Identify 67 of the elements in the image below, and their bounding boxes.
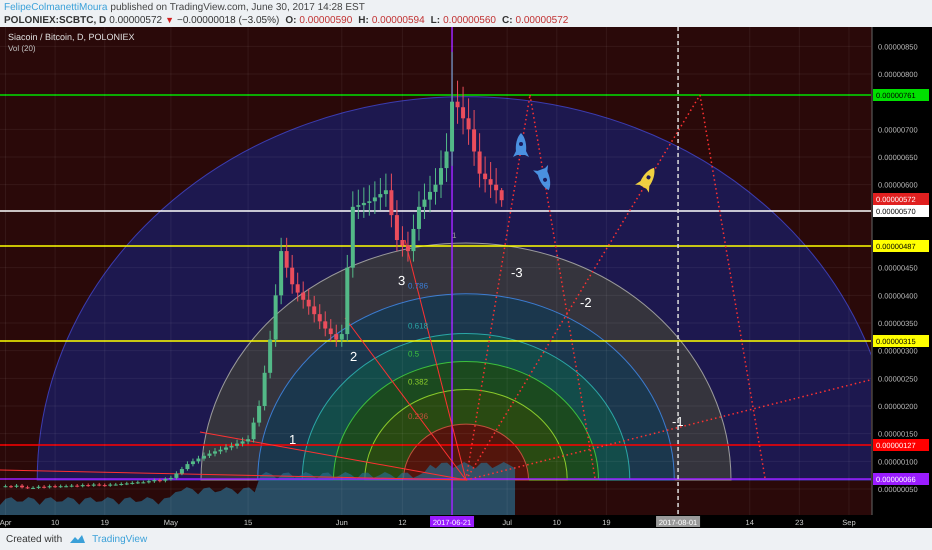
candlestick — [472, 109, 476, 166]
rocket-icon — [533, 164, 550, 190]
candlestick — [378, 178, 382, 211]
ohlc-label: L: — [430, 15, 440, 27]
candlestick — [318, 304, 322, 330]
ohlc-label: C: — [502, 15, 513, 27]
candlestick — [323, 310, 328, 337]
candlestick — [328, 318, 333, 342]
last-price: 0.00000572 — [109, 15, 162, 27]
candlestick — [434, 168, 438, 206]
candlestick — [301, 281, 306, 310]
fan-label: -2 — [580, 295, 592, 310]
ohlc-value: 0.00000572 — [516, 15, 568, 27]
candlestick — [400, 226, 404, 258]
publish-info: published on TradingView.com, June 30, 2017 14:28 EST — [110, 2, 365, 14]
candlestick — [284, 237, 289, 278]
down-triangle-icon: ▼ — [165, 14, 174, 26]
volume-legend: Vol (20) — [8, 44, 36, 53]
candlestick — [444, 132, 449, 182]
author-link[interactable]: FelipeColmanettiMoura — [4, 2, 108, 14]
fib-level-label: 0.5 — [408, 350, 420, 358]
rocket-icon — [635, 168, 654, 193]
fan-label: 3 — [398, 273, 406, 288]
candlestick — [312, 295, 316, 323]
candlestick — [483, 156, 488, 193]
candlestick — [422, 183, 426, 220]
candlestick — [416, 190, 421, 242]
candlestick — [306, 288, 311, 316]
cloud-logo-icon — [68, 534, 86, 544]
candlestick — [406, 231, 410, 262]
candlestick — [488, 162, 493, 198]
created-with-label: Created with — [6, 534, 62, 544]
fan-label: -1 — [672, 414, 684, 429]
chart-title: Siacoin / Bitcoin, D, POLONIEX — [8, 32, 135, 42]
ohlc-label: O: — [285, 15, 296, 27]
ohlc-label: H: — [358, 15, 369, 27]
candlestick — [456, 80, 460, 124]
ohlc-value: 0.00000594 — [372, 15, 425, 27]
candlestick — [384, 173, 388, 208]
symbol-label: POLONIEX:SCBTC, D — [4, 15, 106, 27]
price-change: −0.00000018 (−3.05%) — [177, 15, 280, 27]
candlestick — [428, 175, 432, 213]
ohlc-value: 0.00000590 — [299, 15, 352, 27]
candlestick — [439, 150, 444, 198]
brand-link[interactable]: TradingView — [92, 534, 148, 544]
candlestick — [466, 98, 471, 146]
candlestick — [290, 254, 294, 294]
fan-label: 1 — [289, 432, 296, 447]
candlestick — [340, 324, 344, 348]
fan-label: 2 — [350, 349, 358, 364]
candlestick — [296, 272, 300, 302]
candlestick — [500, 188, 504, 208]
candlestick — [461, 86, 466, 135]
fan-label: -3 — [511, 265, 523, 280]
candlestick — [494, 168, 498, 204]
candlestick — [411, 214, 416, 262]
candlestick — [334, 324, 338, 348]
candlestick — [362, 186, 366, 218]
rocket-icon — [513, 133, 529, 157]
fib-level-label: 0.382 — [408, 377, 428, 386]
candlestick — [185, 460, 190, 472]
ohlc-value: 0.00000560 — [443, 15, 496, 27]
candlestick — [356, 189, 360, 220]
candlestick — [257, 400, 262, 427]
candlestick — [478, 132, 482, 188]
candlestick — [252, 417, 256, 444]
candlestick — [372, 180, 377, 215]
